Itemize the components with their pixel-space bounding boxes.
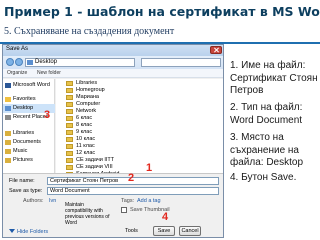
- list-item-label: 9 клас: [76, 129, 93, 135]
- slide-title: Пример 1 - шаблон на сертификат в MS Wor…: [4, 4, 320, 19]
- nav-item-label: Pictures: [13, 157, 33, 163]
- authors-value[interactable]: Ivn: [49, 198, 56, 204]
- music-icon: [5, 149, 11, 154]
- list-item-label: СЕ задачи VIII: [76, 164, 113, 170]
- note-save-button: 4. Бутон Save.: [230, 172, 297, 183]
- file-list: Libraries Homegroup Мариана Computer Net…: [56, 79, 223, 177]
- list-item-label: Network: [76, 108, 97, 114]
- address-bar: Desktop: [3, 56, 223, 69]
- folder-icon: [66, 151, 73, 156]
- folder-icon: [66, 144, 73, 149]
- nav-item-documents[interactable]: Documents: [3, 138, 55, 147]
- nav-item-label: Favorites: [13, 96, 36, 102]
- folder-icon: [66, 158, 73, 163]
- marker-save-button: 4: [162, 211, 169, 223]
- nav-item-label: Desktop: [13, 105, 34, 111]
- note-file-name: 1. Име на файл: Сертификат Стоян Петров: [230, 60, 318, 96]
- list-item-label: Мариана: [76, 94, 99, 100]
- save-type-select[interactable]: Word Document: [47, 187, 219, 195]
- nav-item-label: Documents: [13, 139, 41, 145]
- dialog-bottom: File name: Сертификат Стоян Петров Save …: [3, 173, 223, 237]
- folder-icon: [66, 81, 73, 86]
- forward-icon[interactable]: [15, 58, 23, 66]
- list-item-label: 11 клас: [76, 143, 95, 149]
- note-location: 3. Място на съхранение на файла: Desktop: [230, 132, 304, 168]
- nav-item-label: Libraries: [13, 130, 35, 136]
- folder-icon: [66, 109, 73, 114]
- folder-icon: [66, 165, 73, 170]
- pictures-icon: [5, 158, 11, 163]
- libraries-icon: [5, 131, 11, 136]
- back-icon[interactable]: [6, 58, 14, 66]
- folder-icon: [66, 137, 73, 142]
- folder-icon: [66, 95, 73, 100]
- tools-menu[interactable]: Tools: [125, 228, 138, 234]
- navigation-pane: Microsoft Word Favorites Desktop Recent …: [3, 79, 55, 173]
- compat-line: Word: [65, 220, 77, 226]
- folder-icon: [66, 116, 73, 121]
- compatibility-option[interactable]: Maintain compatibility with previous ver…: [65, 202, 109, 226]
- marker-file-name: 1: [146, 162, 153, 174]
- nav-item-libraries[interactable]: Libraries: [3, 129, 55, 138]
- slide-subtitle: 5. Съхраняване на създадения документ: [4, 26, 175, 37]
- address-field[interactable]: Desktop: [25, 58, 135, 67]
- address-text: Desktop: [35, 59, 58, 65]
- cancel-button[interactable]: Cancel: [179, 226, 201, 236]
- save-type-label: Save as type:: [9, 188, 43, 194]
- save-thumbnail-checkbox[interactable]: [121, 207, 127, 213]
- nav-item-favorites[interactable]: Favorites: [3, 95, 55, 104]
- recent-icon: [5, 115, 11, 120]
- marker-file-type: 2: [128, 172, 135, 184]
- word-icon: [5, 83, 11, 88]
- list-item-label: 6 клас: [76, 115, 93, 121]
- desktop-location-icon: [27, 60, 33, 65]
- note-file-type: 2. Тип на файл: Word Document: [230, 102, 303, 126]
- documents-icon: [5, 140, 11, 145]
- nav-item-microsoft-word[interactable]: Microsoft Word: [3, 81, 55, 90]
- dialog-title: Save As: [6, 46, 29, 52]
- close-icon[interactable]: [210, 46, 222, 54]
- nav-item-pictures[interactable]: Pictures: [3, 156, 55, 165]
- list-item-label: Computer: [76, 101, 101, 107]
- file-name-label: File name:: [9, 178, 35, 184]
- hide-folders-link[interactable]: Hide Folders: [9, 229, 48, 235]
- search-input[interactable]: [141, 58, 221, 67]
- nav-item-label: Microsoft Word: [13, 82, 50, 88]
- list-item-label: Libraries: [76, 80, 98, 86]
- dialog-toolbar: Organize New folder: [3, 69, 223, 78]
- authors-label: Authors:: [23, 198, 44, 204]
- tags-label: Tags:: [121, 198, 135, 204]
- list-item-label: 8 клас: [76, 122, 93, 128]
- list-item-label: СЕ задачи ІІТТ: [76, 157, 115, 163]
- folder-icon: [66, 88, 73, 93]
- marker-location: 3: [44, 109, 51, 121]
- tags-value[interactable]: Add a tag: [137, 198, 161, 204]
- new-folder-button[interactable]: New folder: [37, 70, 61, 76]
- desktop-icon: [5, 106, 11, 111]
- list-item-label: Homegroup: [76, 87, 105, 93]
- organize-menu[interactable]: Organize: [7, 70, 27, 76]
- folder-icon: [66, 123, 73, 128]
- folder-icon: [66, 102, 73, 107]
- dialog-titlebar: Save As: [3, 45, 223, 56]
- nav-item-music[interactable]: Music: [3, 147, 55, 156]
- list-item-label: 10 клас: [76, 136, 96, 142]
- star-icon: [5, 97, 11, 102]
- folder-icon: [66, 130, 73, 135]
- save-as-dialog: Save As Desktop Organize New folder Micr…: [2, 44, 224, 238]
- list-item-label: 12 клас: [76, 150, 96, 156]
- save-button[interactable]: Save: [153, 226, 175, 236]
- nav-item-label: Music: [13, 148, 28, 154]
